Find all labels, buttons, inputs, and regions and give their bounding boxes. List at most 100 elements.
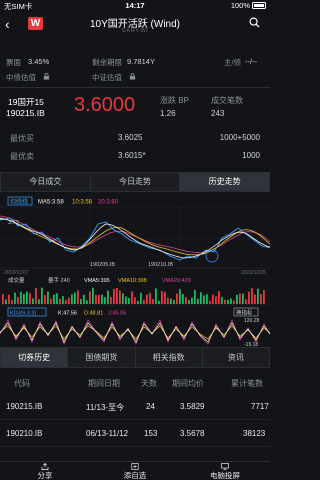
share-button[interactable]: 分享 — [0, 462, 90, 480]
volume-bar — [65, 299, 67, 304]
sub-tabs: 切券历史 国债期货 相关指数 资讯 — [0, 347, 270, 368]
volume-bar — [56, 293, 58, 304]
date-start: 2018/11/07 — [4, 270, 29, 276]
tab-today-trades[interactable]: 今日成交 — [0, 172, 90, 192]
volume-value: 量手 240 — [48, 276, 70, 284]
volume-bar — [80, 299, 82, 304]
col-cum-deals: 累计笔数 — [231, 379, 263, 388]
cell-period: 06/13-11/12 — [86, 429, 129, 438]
add-watchlist-button[interactable]: 添自选 — [90, 462, 180, 480]
volume-bar — [206, 294, 208, 304]
coupon-label: 票面 — [6, 58, 21, 67]
add-watchlist-label: 添自选 — [123, 471, 147, 480]
volume-bar — [152, 299, 154, 304]
volume-bar — [254, 294, 256, 304]
cell-period: 11/13-至今 — [86, 403, 125, 412]
rating-value: --/-- — [245, 57, 258, 66]
date-end: 2019/12/05 — [241, 270, 266, 276]
volume-bar — [143, 299, 145, 304]
table-row[interactable]: 190215.IB 11/13-至今 24 3.5829 7717 — [0, 394, 270, 420]
tab-switch-history[interactable]: 切券历史 — [0, 347, 68, 368]
volume-bar — [149, 292, 151, 304]
remaining-value: 9.7814Y — [127, 57, 155, 66]
volume-bar — [191, 297, 193, 304]
switch-indicator[interactable]: 换指标 — [236, 309, 253, 317]
clock: 14:17 — [125, 1, 145, 10]
tab-news[interactable]: 资讯 — [201, 347, 270, 368]
page-subtitle: GKHY.WI — [121, 28, 149, 34]
volume-bar — [2, 294, 4, 304]
csi-valuation-label[interactable]: 中证估值 — [92, 72, 122, 83]
ma10-label: 10:3.58 — [72, 200, 93, 206]
volume-bar — [245, 299, 247, 304]
volume-bar — [101, 294, 103, 304]
table-row[interactable]: 190210.IB 06/13-11/12 153 3.5678 38123 — [0, 421, 270, 447]
kdj-d: D:48.81 — [84, 311, 103, 317]
volume-tag: 成交量 — [8, 276, 25, 284]
monitor-icon — [221, 463, 229, 470]
tab-today-trend[interactable]: 今日走势 — [89, 172, 180, 192]
cell-avg-price: 3.5829 — [180, 402, 205, 411]
tab-related-index[interactable]: 相关指数 — [134, 347, 202, 368]
volume-bar — [29, 293, 31, 304]
tab-bond-futures[interactable]: 国债期货 — [67, 347, 135, 368]
volume-bar — [41, 287, 43, 304]
volume-bar — [68, 297, 70, 304]
volume-bar — [23, 294, 25, 304]
ma5-line — [0, 218, 271, 259]
table-header: 代码 期间日期 天数 期间均价 累计笔数 — [0, 372, 270, 394]
kdj-high: 120.28 — [244, 318, 260, 324]
volume-bar — [86, 300, 88, 304]
bottom-toolbar: 分享 添自选 电脑投屏 — [0, 461, 270, 480]
volume-bar — [53, 294, 55, 304]
history-chart[interactable]: 均线线 MA5:3.58 10:3.58 20:3.60 3.73 190205… — [0, 194, 271, 349]
screen-cast-button[interactable]: 电脑投屏 — [180, 462, 270, 480]
kdj-j: J:45.06 — [108, 311, 126, 317]
tab-history-trend[interactable]: 历史走势 — [179, 172, 271, 192]
vma10-label: VMA10:398 — [118, 278, 147, 284]
quote-panel: 19国开15 190215.IB 3.6000 涨跌 BP 1.26 成交笔数 … — [0, 92, 270, 161]
search-icon[interactable] — [249, 17, 260, 28]
cell-code: 190215.IB — [6, 402, 43, 411]
volume-bar — [14, 292, 16, 304]
volume-bar — [248, 291, 250, 304]
volume-bar — [104, 297, 106, 304]
deals-label: 成交笔数 — [211, 96, 243, 105]
remaining-label: 剩余期限 — [92, 58, 122, 67]
volume-bar — [5, 299, 7, 304]
plus-icon — [131, 463, 139, 470]
volume-bar — [185, 297, 187, 304]
ma-tag[interactable]: 均线线 — [10, 198, 28, 206]
history-chart-svg[interactable]: 均线线 MA5:3.58 10:3.58 20:3.60 3.73 190205… — [0, 194, 271, 349]
volume-bars — [2, 287, 265, 304]
price-area: 190205.IB 190210.IB — [0, 206, 271, 269]
best-bid-label: 最优买 — [10, 134, 34, 143]
volume-bar — [161, 291, 163, 304]
volume-bar — [230, 298, 232, 304]
volume-bar — [92, 287, 94, 304]
volume-bar — [113, 289, 115, 304]
share-label: 分享 — [37, 471, 53, 480]
cell-days: 24 — [146, 402, 155, 411]
nav-header: ‹ W 10Y国开活跃 (Wind) GKHY.WI — [0, 12, 270, 38]
share-icon — [41, 463, 49, 470]
volume-bar — [20, 291, 22, 304]
volume-bar — [71, 294, 73, 304]
volume-bar — [122, 293, 124, 304]
change-value: 1.26 — [160, 109, 176, 118]
volume-bar — [215, 296, 217, 304]
cdc-valuation-label[interactable]: 中债估值 — [6, 72, 36, 83]
col-avg-price: 期间均价 — [172, 379, 204, 388]
volume-bar — [263, 290, 265, 304]
kdj-tag[interactable]: KDJ(9,3,3) — [10, 311, 36, 317]
status-bar: 无SIM卡 14:17 100% — [0, 0, 270, 12]
coupon-value: 3.45% — [28, 57, 50, 66]
volume-bar — [251, 288, 253, 304]
volume-bar — [11, 299, 13, 304]
ma20-label: 20:3.60 — [98, 200, 119, 206]
volume-bar — [77, 290, 79, 304]
cell-cum-deals: 38123 — [243, 429, 266, 438]
volume-bar — [242, 293, 244, 304]
volume-bar — [32, 298, 34, 304]
volume-bar — [164, 291, 166, 304]
